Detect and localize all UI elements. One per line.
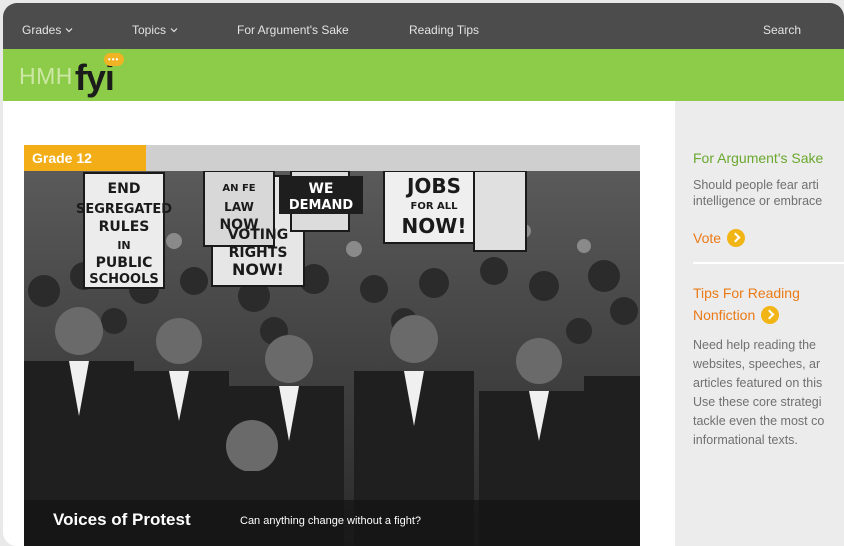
svg-text:RULES: RULES bbox=[99, 219, 150, 235]
feature-subtitle: Can anything change without a fight? bbox=[240, 515, 422, 527]
tips-title-line[interactable]: Tips For Reading bbox=[693, 283, 800, 303]
svg-text:NOW!: NOW! bbox=[402, 214, 467, 238]
nav-reading-tips-label: Reading Tips bbox=[409, 23, 480, 37]
nav-topics-label: Topics bbox=[132, 23, 167, 37]
nav-for-arguments-sake[interactable]: For Argument's Sake bbox=[237, 23, 349, 37]
argument-text-line: Should people fear arti bbox=[693, 178, 819, 192]
nav-for-arguments-sake-label: For Argument's Sake bbox=[237, 23, 349, 37]
tips-text-line: Need help reading the bbox=[693, 338, 817, 352]
svg-text:DEMAND: DEMAND bbox=[289, 198, 354, 213]
nav-grades-label: Grades bbox=[22, 23, 62, 37]
grade-tag[interactable]: Grade 12 bbox=[24, 145, 146, 171]
sidebar-divider bbox=[693, 262, 844, 264]
site-logo[interactable]: HMH fyi ••• bbox=[19, 51, 124, 96]
nav-reading-tips[interactable]: Reading Tips bbox=[409, 23, 479, 37]
arrow-circle-icon bbox=[761, 306, 780, 324]
svg-text:IN: IN bbox=[117, 239, 130, 252]
browser-window: Grades Topics For Argument's Sake Readin… bbox=[3, 3, 844, 546]
svg-text:END: END bbox=[108, 181, 141, 197]
search-link[interactable]: Search bbox=[763, 23, 801, 37]
nav-topics[interactable]: Topics bbox=[132, 23, 178, 37]
svg-text:SCHOOLS: SCHOOLS bbox=[89, 272, 159, 287]
tips-title-line: Nonfiction bbox=[693, 307, 756, 323]
argument-title[interactable]: For Argument's Sake bbox=[693, 150, 823, 167]
svg-text:JOBS: JOBS bbox=[405, 174, 461, 198]
tips-text-line: articles featured on this bbox=[693, 376, 823, 390]
svg-text:FOR ALL: FOR ALL bbox=[411, 201, 459, 212]
search-label: Search bbox=[763, 23, 802, 37]
svg-text:NOW: NOW bbox=[219, 217, 258, 233]
svg-text:PUBLIC: PUBLIC bbox=[96, 255, 153, 271]
svg-text:RIGHTS: RIGHTS bbox=[229, 245, 288, 261]
logo-prefix: HMH bbox=[19, 63, 73, 89]
svg-text:NOW!: NOW! bbox=[232, 260, 284, 279]
feature-caption: Voices of Protest Can anything change wi… bbox=[24, 500, 640, 546]
logo-name: fyi ••• bbox=[75, 53, 124, 96]
svg-text:SEGREGATED: SEGREGATED bbox=[76, 202, 172, 217]
tips-text-line: Use these core strategi bbox=[693, 395, 822, 409]
tips-link[interactable]: Nonfiction bbox=[693, 306, 780, 324]
chevron-down-icon bbox=[170, 28, 178, 33]
nav-grades[interactable]: Grades bbox=[22, 23, 73, 37]
svg-text:LAW: LAW bbox=[224, 200, 254, 214]
speech-bubble-icon: ••• bbox=[103, 53, 124, 66]
sidebar: For Argument's Sake Should people fear a… bbox=[675, 101, 844, 546]
argument-text-line: intelligence or embrace bbox=[693, 194, 823, 208]
feature-photo[interactable]: END SEGREGATED RULES IN PUBLIC SCHOOLS V… bbox=[24, 171, 640, 546]
chevron-down-icon bbox=[65, 28, 73, 33]
svg-text:WE: WE bbox=[308, 181, 333, 197]
feature-title[interactable]: Voices of Protest bbox=[53, 510, 191, 530]
main-content: Grade 12 END SEGREGATED RULES IN PUBLIC … bbox=[3, 101, 675, 546]
svg-text:AN FE: AN FE bbox=[222, 183, 255, 194]
tips-text-line: tackle even the most co bbox=[693, 414, 825, 428]
brand-bar: HMH fyi ••• bbox=[3, 49, 844, 101]
protest-photo-illustration: END SEGREGATED RULES IN PUBLIC SCHOOLS V… bbox=[24, 171, 640, 546]
top-nav: Grades Topics For Argument's Sake Readin… bbox=[3, 3, 844, 49]
arrow-circle-icon bbox=[727, 229, 746, 247]
vote-link-label: Vote bbox=[693, 230, 722, 246]
vote-link[interactable]: Vote bbox=[693, 229, 746, 247]
tips-text-line: informational texts. bbox=[693, 433, 798, 447]
tips-text-line: websites, speeches, ar bbox=[693, 357, 821, 371]
